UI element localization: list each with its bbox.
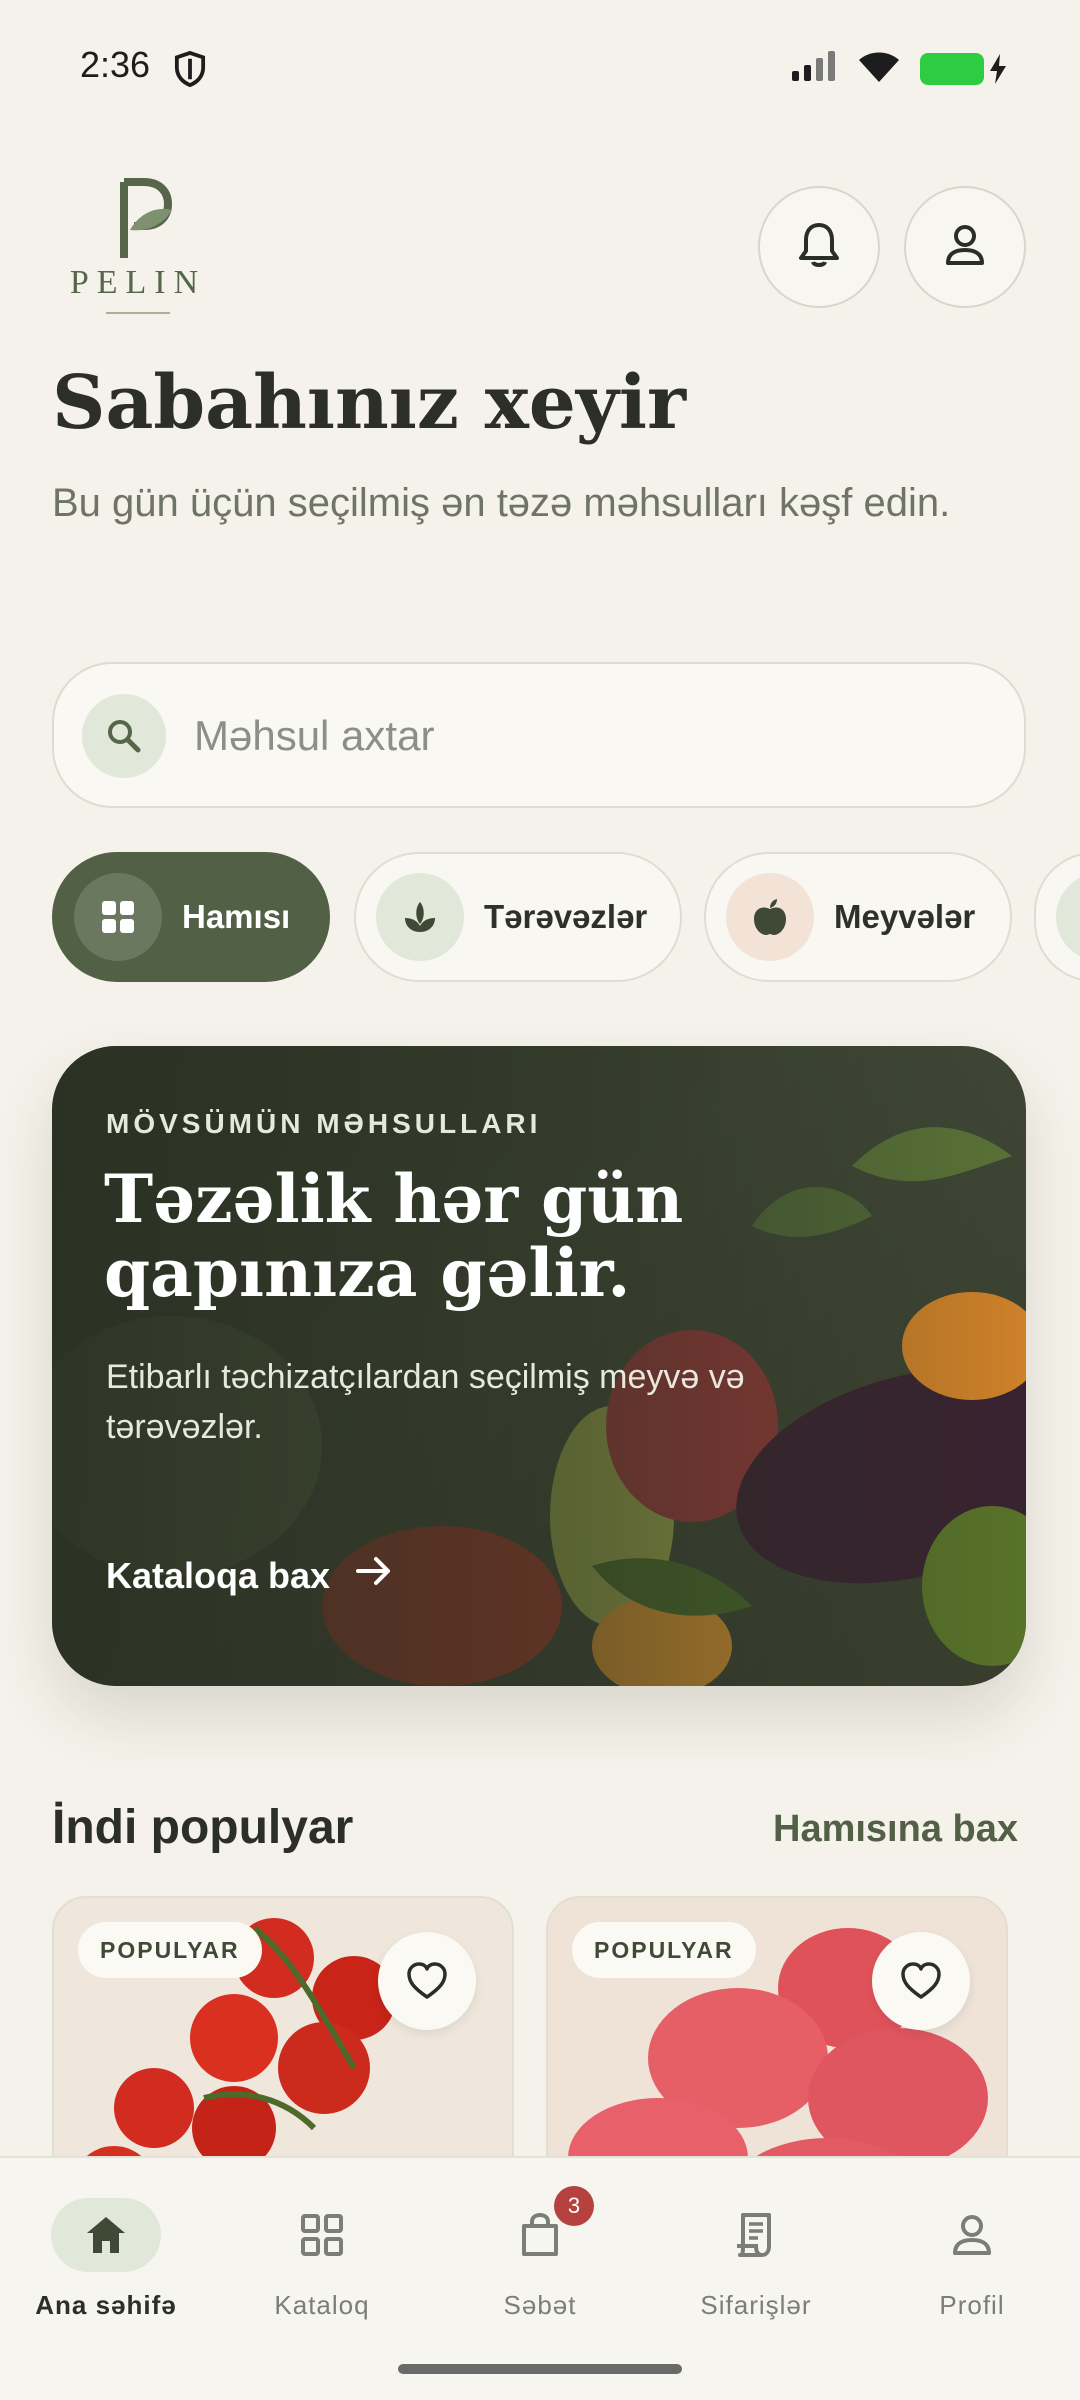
category-chips: Hamısı Tərəvəzlər Meyvələr bbox=[52, 852, 1080, 982]
notifications-button[interactable] bbox=[758, 186, 880, 308]
chip-all[interactable]: Hamısı bbox=[52, 852, 330, 982]
signal-icon bbox=[790, 49, 838, 88]
favorite-button[interactable] bbox=[378, 1932, 476, 2030]
bell-icon bbox=[797, 221, 841, 274]
greeting-title: Sabahınız xeyir bbox=[52, 360, 686, 446]
home-indicator[interactable] bbox=[398, 2364, 682, 2374]
favorite-button[interactable] bbox=[872, 1932, 970, 2030]
greeting-subtitle: Bu gün üçün seçilmiş ən təzə məhsulları … bbox=[52, 481, 951, 525]
person-icon bbox=[943, 223, 987, 272]
nav-cart[interactable]: 3 Səbət bbox=[450, 2186, 630, 2321]
popular-badge: POPULYAR bbox=[572, 1922, 756, 1978]
nav-orders[interactable]: Sifarişlər bbox=[666, 2198, 846, 2321]
chip-label: Meyvələr bbox=[834, 898, 976, 935]
arrow-right-icon bbox=[354, 1554, 394, 1597]
search-input[interactable]: Məhsul axtar bbox=[194, 712, 434, 760]
chip-more[interactable] bbox=[1034, 852, 1080, 982]
leaf-icon bbox=[1056, 873, 1080, 961]
status-time: 2:36 bbox=[80, 44, 151, 85]
nav-label: Profil bbox=[939, 2290, 1005, 2320]
brand-logo: PELIN bbox=[60, 168, 216, 328]
popular-badge: POPULYAR bbox=[78, 1922, 262, 1978]
status-icons bbox=[790, 48, 1008, 89]
catalog-link[interactable]: Kataloqa bax bbox=[106, 1554, 394, 1597]
chip-vegetables[interactable]: Tərəvəzlər bbox=[354, 852, 682, 982]
bag-icon: 3 bbox=[450, 2186, 630, 2272]
shield-icon bbox=[172, 50, 208, 93]
search-icon bbox=[82, 694, 166, 778]
nav-profile[interactable]: Profil bbox=[882, 2198, 1062, 2321]
sprout-icon bbox=[376, 873, 464, 961]
battery-icon bbox=[920, 52, 1008, 85]
apple-icon bbox=[726, 873, 814, 961]
chip-fruits[interactable]: Meyvələr bbox=[704, 852, 1012, 982]
home-icon bbox=[51, 2198, 161, 2272]
nav-label: Sifarişlər bbox=[700, 2290, 812, 2320]
profile-button[interactable] bbox=[904, 186, 1026, 308]
hero-banner[interactable]: MÖVSÜMÜN MƏHSULLARI Təzəlik hər gün qapı… bbox=[52, 1046, 1026, 1686]
status-bar: 2:36 bbox=[0, 0, 1080, 136]
hero-eyebrow: MÖVSÜMÜN MƏHSULLARI bbox=[106, 1108, 542, 1139]
popular-section-title: İndi populyar bbox=[52, 1801, 354, 1854]
catalog-link-label: Kataloqa bax bbox=[106, 1554, 331, 1596]
chip-label: Hamısı bbox=[182, 898, 291, 935]
receipt-icon bbox=[666, 2198, 846, 2272]
heart-icon bbox=[407, 1962, 447, 1999]
brand-name: PELIN bbox=[69, 264, 207, 301]
person-icon bbox=[882, 2198, 1062, 2272]
nav-label: Kataloq bbox=[274, 2290, 370, 2320]
hero-title: Təzəlik hər gün qapınıza gəlir. bbox=[104, 1160, 684, 1312]
wifi-icon bbox=[856, 48, 902, 89]
heart-icon bbox=[901, 1962, 941, 1999]
nav-label: Ana səhifə bbox=[35, 2290, 177, 2320]
nav-label: Səbət bbox=[503, 2290, 577, 2320]
logo-divider bbox=[106, 312, 170, 314]
chip-label: Tərəvəzlər bbox=[484, 898, 648, 935]
grid-icon bbox=[232, 2198, 412, 2272]
see-all-link[interactable]: Hamısına bax bbox=[773, 1808, 1018, 1851]
grid-icon bbox=[74, 873, 162, 961]
nav-home[interactable]: Ana səhifə bbox=[16, 2198, 196, 2321]
hero-description: Etibarlı təchizatçılardan seçilmiş meyvə… bbox=[106, 1358, 745, 1446]
nav-catalog[interactable]: Kataloq bbox=[232, 2198, 412, 2321]
search-bar[interactable]: Məhsul axtar bbox=[52, 662, 1026, 808]
cart-count-badge: 3 bbox=[554, 2186, 594, 2226]
